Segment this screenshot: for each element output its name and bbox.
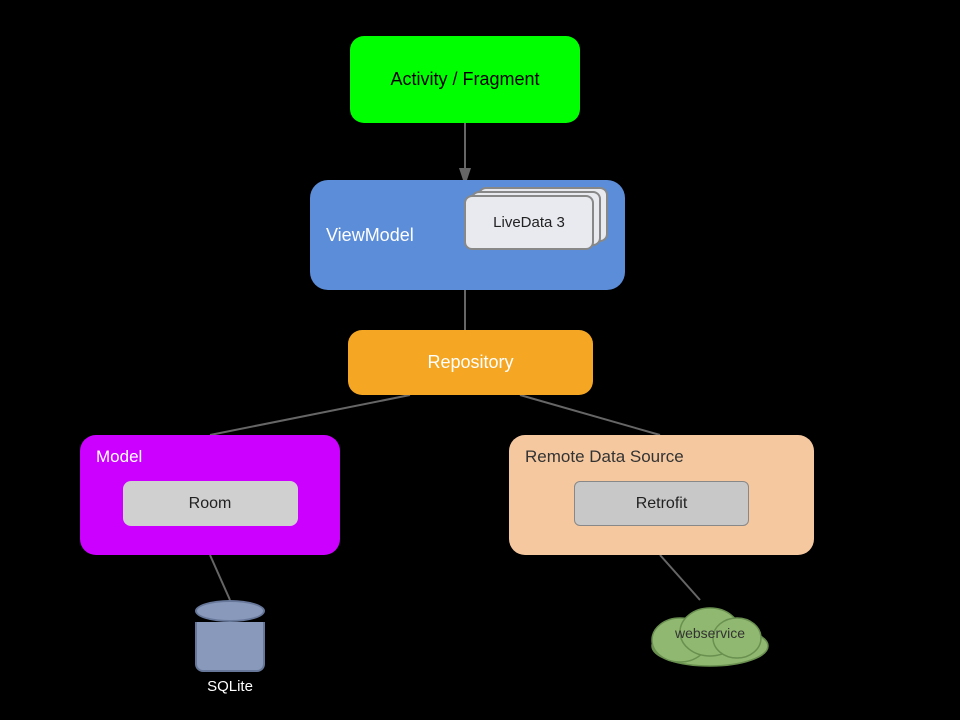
remote-data-source-box: Remote Data Source Retrofit — [509, 435, 814, 555]
webservice-cloud: webservice — [645, 598, 775, 668]
model-box: Model Room — [80, 435, 340, 555]
livedata-label: LiveData 3 — [493, 214, 565, 231]
repository-box: Repository — [348, 330, 593, 395]
room-card: Room — [123, 481, 298, 526]
livedata-stack: LiveData 3 — [464, 195, 609, 275]
webservice-container: webservice — [645, 598, 775, 668]
model-label: Model — [96, 447, 142, 467]
livedata-card-front: LiveData 3 — [464, 195, 594, 250]
retrofit-label: Retrofit — [636, 495, 688, 513]
remote-data-source-label: Remote Data Source — [525, 447, 684, 467]
sqlite-cylinder — [195, 600, 265, 672]
retrofit-card: Retrofit — [574, 481, 749, 526]
viewmodel-label: ViewModel — [326, 225, 414, 246]
cylinder-body — [195, 622, 265, 672]
room-label: Room — [189, 495, 232, 513]
activity-fragment-label: Activity / Fragment — [390, 69, 539, 90]
viewmodel-box: ViewModel LiveData 3 — [310, 180, 625, 290]
diagram-container: Activity / Fragment ViewModel LiveData 3… — [0, 0, 960, 720]
activity-fragment-box: Activity / Fragment — [350, 36, 580, 123]
cylinder-top — [195, 600, 265, 622]
sqlite-container: SQLite — [195, 600, 265, 695]
webservice-label: webservice — [675, 625, 745, 641]
repository-label: Repository — [427, 352, 513, 373]
sqlite-label: SQLite — [207, 678, 253, 695]
